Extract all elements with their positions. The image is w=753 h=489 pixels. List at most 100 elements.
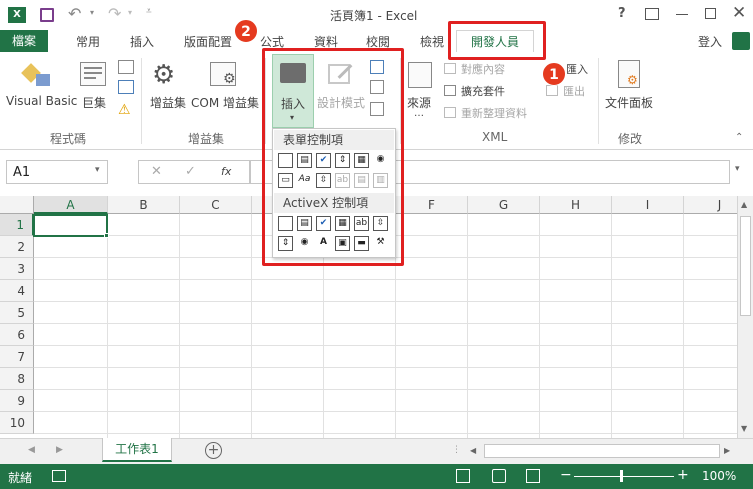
gridline	[34, 411, 737, 412]
expansion-packs-button[interactable]: 擴充套件	[461, 83, 505, 99]
macros-icon	[80, 62, 106, 86]
zoom-in-button[interactable]: +	[677, 467, 689, 483]
column-header[interactable]: I	[612, 196, 684, 214]
page-break-view-icon[interactable]	[526, 469, 540, 483]
tab-page-layout[interactable]: 版面配置	[184, 33, 232, 50]
scroll-thumb[interactable]	[740, 216, 751, 316]
help-button[interactable]: ?	[618, 6, 626, 21]
customize-qat-icon[interactable]: ⩡	[146, 6, 152, 17]
row-header[interactable]: 2	[0, 236, 34, 258]
gridline	[34, 301, 737, 302]
window-title: 活頁簿1 - Excel	[330, 9, 418, 23]
sheet-tab-active[interactable]: 工作表1	[102, 438, 172, 462]
row-header[interactable]: 5	[0, 302, 34, 324]
expand-formula-icon[interactable]: ▾	[735, 164, 740, 174]
export-button[interactable]: 匯出	[563, 83, 585, 99]
tab-view[interactable]: 檢視	[420, 33, 444, 50]
addins-button[interactable]: 增益集	[150, 94, 186, 111]
callout-box-developer-tab	[448, 21, 546, 60]
row-header[interactable]: 9	[0, 390, 34, 412]
sheet-split-handle[interactable]: ⋮	[452, 445, 461, 455]
page-layout-view-icon[interactable]	[492, 469, 506, 483]
addins-group-label: 增益集	[188, 132, 225, 146]
visual-basic-icon	[21, 62, 52, 88]
enter-icon[interactable]: ✓	[185, 164, 196, 179]
zoom-slider-thumb[interactable]	[620, 470, 623, 482]
close-icon[interactable]: ✕	[732, 3, 746, 23]
source-icon	[408, 62, 432, 88]
tab-home[interactable]: 常用	[76, 33, 100, 50]
com-addins-button[interactable]: COM 增益集	[191, 94, 259, 111]
column-header[interactable]: F	[396, 196, 468, 214]
zoom-level[interactable]: 100%	[702, 469, 736, 483]
add-sheet-icon[interactable]: +	[205, 442, 222, 459]
redo-dropdown-icon[interactable]: ▾	[128, 8, 132, 17]
macro-security-icon[interactable]: ⚠	[118, 102, 131, 118]
restore-icon[interactable]	[705, 8, 716, 19]
gridline	[34, 323, 737, 324]
minimize-icon[interactable]	[676, 14, 688, 15]
refresh-data-button[interactable]: 重新整理資料	[461, 105, 527, 121]
column-header[interactable]: J	[684, 196, 737, 214]
row-header[interactable]: 8	[0, 368, 34, 390]
redo-icon[interactable]: ↷	[108, 4, 121, 23]
hscroll-left-icon[interactable]: ◀	[470, 446, 476, 455]
scroll-down-icon[interactable]: ▼	[741, 424, 747, 433]
column-header-a[interactable]: A	[34, 196, 108, 214]
column-header[interactable]: H	[540, 196, 612, 214]
row-header[interactable]: 4	[0, 280, 34, 302]
vertical-scrollbar[interactable]: ▲ ▼	[737, 196, 753, 438]
row-header[interactable]: 3	[0, 258, 34, 280]
gridline	[251, 214, 252, 438]
prev-sheet-icon[interactable]: ◀	[28, 445, 35, 455]
row-header[interactable]: 7	[0, 346, 34, 368]
row-header-1[interactable]: 1	[0, 214, 34, 236]
map-properties-button[interactable]: 對應內容	[461, 61, 505, 77]
callout-box-insert-controls	[262, 48, 404, 266]
ribbon-display-options-icon[interactable]	[645, 8, 659, 20]
relative-refs-icon[interactable]	[118, 80, 134, 94]
tab-file[interactable]: 檔案	[0, 30, 48, 52]
modify-group-label: 修改	[618, 132, 643, 146]
cancel-icon[interactable]: ✕	[151, 164, 162, 179]
column-header[interactable]: B	[108, 196, 180, 214]
name-box-value: A1	[13, 165, 31, 180]
visual-basic-button[interactable]: Visual Basic	[6, 94, 77, 108]
source-more-icon: …	[414, 108, 424, 119]
horizontal-scrollbar[interactable]	[484, 444, 720, 458]
zoom-slider-track[interactable]	[574, 476, 674, 477]
macro-record-icon[interactable]	[52, 470, 66, 482]
signin-link[interactable]: 登入	[698, 33, 722, 50]
undo-icon[interactable]: ↶	[68, 4, 81, 23]
select-all-corner[interactable]	[0, 196, 34, 214]
row-header[interactable]: 6	[0, 324, 34, 346]
row-header[interactable]: 10	[0, 412, 34, 434]
gridline	[683, 214, 684, 438]
insert-function-icon[interactable]: fx	[221, 165, 231, 178]
hscroll-right-icon[interactable]: ▶	[724, 446, 730, 455]
name-box[interactable]: A1 ▾	[6, 160, 108, 184]
macros-button[interactable]: 巨集	[82, 94, 106, 111]
code-group-label: 程式碼	[50, 132, 87, 146]
gridline	[34, 367, 737, 368]
next-sheet-icon[interactable]: ▶	[56, 445, 63, 455]
document-panel-button[interactable]: 文件面板	[605, 94, 653, 111]
column-header[interactable]: C	[180, 196, 252, 214]
normal-view-icon[interactable]	[456, 469, 470, 483]
addins-gear-icon: ⚙	[152, 60, 176, 90]
undo-dropdown-icon[interactable]: ▾	[90, 8, 94, 17]
chevron-down-icon[interactable]: ▾	[95, 165, 100, 175]
com-addins-icon: ⚙	[210, 62, 236, 87]
record-macro-icon[interactable]	[118, 60, 134, 74]
group-separator	[141, 58, 142, 144]
collapse-ribbon-icon[interactable]: ⌃	[735, 132, 743, 143]
scroll-up-icon[interactable]: ▲	[741, 200, 747, 209]
sheet-tab-label: 工作表1	[115, 442, 159, 456]
save-icon[interactable]	[40, 8, 54, 22]
zoom-out-button[interactable]: −	[560, 467, 572, 483]
fill-handle[interactable]	[104, 233, 109, 238]
active-cell-a1[interactable]	[33, 214, 108, 237]
column-header[interactable]: G	[468, 196, 540, 214]
import-button[interactable]: 匯入	[566, 61, 588, 77]
tab-insert[interactable]: 插入	[130, 33, 154, 50]
